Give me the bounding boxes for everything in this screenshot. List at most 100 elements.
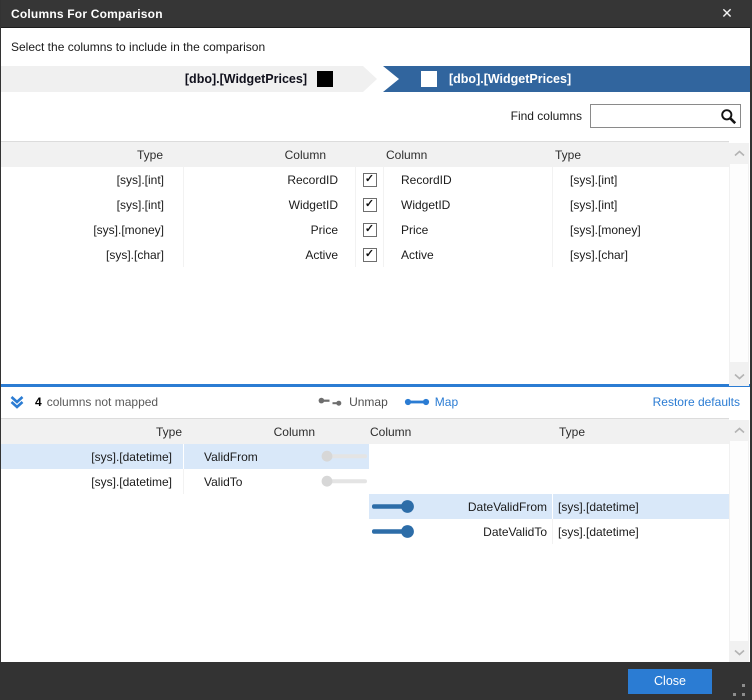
include-checkbox[interactable]: ✓ bbox=[363, 173, 377, 187]
row-right-half[interactable]: DateValidTo[sys].[datetime] bbox=[369, 519, 729, 544]
cell-column-left: Price bbox=[184, 217, 356, 242]
header-gap bbox=[421, 419, 553, 444]
scroll-down-icon[interactable] bbox=[729, 368, 749, 384]
lower-scrollbar[interactable] bbox=[729, 420, 749, 662]
cell-column-left: ValidTo bbox=[184, 469, 321, 494]
unmap-icon bbox=[318, 396, 344, 408]
cell-type-left: [sys].[int] bbox=[1, 167, 184, 192]
cell-type-left: [sys].[datetime] bbox=[1, 444, 184, 469]
target-table-name: [dbo].[WidgetPrices] bbox=[449, 72, 571, 86]
dialog-footer: Close bbox=[1, 662, 750, 700]
target-table-banner: [dbo].[WidgetPrices] bbox=[383, 66, 750, 92]
header-type-left[interactable]: Type bbox=[1, 419, 184, 444]
header-checkbox-spacer bbox=[356, 142, 384, 167]
scroll-up-icon[interactable] bbox=[729, 145, 749, 161]
comparison-banner: [dbo].[WidgetPrices] [dbo].[WidgetPrices… bbox=[1, 66, 750, 92]
unmapped-count-label: columns not mapped bbox=[47, 395, 158, 409]
find-columns-input[interactable] bbox=[594, 106, 718, 126]
cell-map-handle bbox=[369, 519, 421, 544]
dialog-title: Columns For Comparison bbox=[11, 7, 163, 21]
mapped-slider-icon[interactable] bbox=[371, 524, 415, 539]
cell-type-right: [sys].[int] bbox=[553, 192, 729, 217]
mapped-columns-grid: Type Column Column Type [sys].[int]Recor… bbox=[1, 141, 729, 384]
header-icon-spacer bbox=[321, 419, 369, 444]
unmapped-row: DateValidFrom[sys].[datetime] bbox=[1, 494, 729, 519]
title-bar: Columns For Comparison ✕ bbox=[1, 0, 750, 28]
include-checkbox[interactable]: ✓ bbox=[363, 223, 377, 237]
mapped-row[interactable]: [sys].[int]RecordID✓RecordID[sys].[int] bbox=[1, 167, 729, 192]
header-type-right[interactable]: Type bbox=[553, 142, 729, 167]
unmapped-grid-header: Type Column Column Type bbox=[1, 419, 729, 444]
scroll-up-icon[interactable] bbox=[729, 422, 749, 438]
map-icon bbox=[404, 397, 430, 407]
upper-scrollbar[interactable] bbox=[729, 143, 749, 386]
row-left-half bbox=[1, 519, 369, 544]
mapped-grid-header: Type Column Column Type bbox=[1, 142, 729, 167]
header-column-left[interactable]: Column bbox=[184, 142, 356, 167]
row-right-half[interactable]: DateValidFrom[sys].[datetime] bbox=[369, 494, 729, 519]
header-type-right[interactable]: Type bbox=[553, 419, 729, 444]
cell-column-left: ValidFrom bbox=[184, 444, 321, 469]
unmapped-slider-icon[interactable] bbox=[321, 450, 369, 463]
cell-type-left: [sys].[int] bbox=[1, 192, 184, 217]
unmapped-row: [sys].[datetime]ValidTo bbox=[1, 469, 729, 494]
include-checkbox[interactable]: ✓ bbox=[363, 248, 377, 262]
cell-type-right: [sys].[int] bbox=[553, 167, 729, 192]
mapping-toolbar: 4 columns not mapped Unmap bbox=[1, 387, 750, 416]
scrollbar-thumb[interactable] bbox=[730, 441, 748, 641]
cell-map-handle bbox=[321, 444, 369, 469]
cell-column-right: DateValidTo bbox=[421, 519, 553, 544]
cell-column-left: Active bbox=[184, 242, 356, 267]
source-swatch-icon bbox=[317, 71, 333, 87]
find-columns-row: Find columns bbox=[1, 104, 750, 128]
cell-type-right: [sys].[char] bbox=[553, 242, 729, 267]
cell-type-left: [sys].[char] bbox=[1, 242, 184, 267]
find-columns-box bbox=[590, 104, 741, 128]
source-table-banner: [dbo].[WidgetPrices] bbox=[1, 66, 377, 92]
mapped-grid-body: [sys].[int]RecordID✓RecordID[sys].[int][… bbox=[1, 167, 729, 267]
cell-column-left: WidgetID bbox=[184, 192, 356, 217]
unmap-button[interactable]: Unmap bbox=[318, 395, 388, 409]
unmapped-columns-grid: Type Column Column Type [sys].[datetime]… bbox=[1, 418, 729, 660]
cell-column-right: Price bbox=[384, 217, 553, 242]
scroll-down-icon[interactable] bbox=[729, 644, 749, 660]
close-icon[interactable]: ✕ bbox=[714, 5, 740, 22]
scrollbar-thumb[interactable] bbox=[730, 164, 748, 362]
include-checkbox[interactable]: ✓ bbox=[363, 198, 377, 212]
unmapped-slider-icon[interactable] bbox=[321, 475, 369, 488]
find-columns-label: Find columns bbox=[511, 109, 582, 123]
cell-checkbox: ✓ bbox=[356, 192, 384, 217]
mapped-slider-icon[interactable] bbox=[371, 499, 415, 514]
cell-checkbox: ✓ bbox=[356, 242, 384, 267]
close-button[interactable]: Close bbox=[628, 669, 712, 694]
header-column-left[interactable]: Column bbox=[184, 419, 321, 444]
mapped-row[interactable]: [sys].[char]Active✓Active[sys].[char] bbox=[1, 242, 729, 267]
dialog-content: Select the columns to include in the com… bbox=[1, 28, 750, 662]
cell-column-right: Active bbox=[384, 242, 553, 267]
columns-for-comparison-dialog: Columns For Comparison ✕ Select the colu… bbox=[0, 0, 752, 700]
cell-checkbox: ✓ bbox=[356, 167, 384, 192]
cell-type-left: [sys].[datetime] bbox=[1, 469, 184, 494]
search-icon[interactable] bbox=[720, 108, 737, 125]
mapped-row[interactable]: [sys].[int]WidgetID✓WidgetID[sys].[int] bbox=[1, 192, 729, 217]
target-swatch-icon bbox=[421, 71, 437, 87]
cell-type-right: [sys].[datetime] bbox=[553, 494, 729, 519]
cell-column-left: RecordID bbox=[184, 167, 356, 192]
collapse-chevron-icon[interactable] bbox=[9, 394, 25, 410]
cell-type-left: [sys].[money] bbox=[1, 217, 184, 242]
restore-defaults-link[interactable]: Restore defaults bbox=[653, 395, 740, 409]
map-label: Map bbox=[435, 395, 458, 409]
cell-column-right: WidgetID bbox=[384, 192, 553, 217]
cell-checkbox: ✓ bbox=[356, 217, 384, 242]
row-right-half bbox=[369, 469, 729, 494]
header-type-left[interactable]: Type bbox=[1, 142, 184, 167]
unmapped-count: 4 bbox=[35, 395, 42, 409]
header-column-right[interactable]: Column bbox=[369, 419, 421, 444]
mapped-row[interactable]: [sys].[money]Price✓Price[sys].[money] bbox=[1, 217, 729, 242]
row-left-half[interactable]: [sys].[datetime]ValidFrom bbox=[1, 444, 369, 469]
resize-grip[interactable] bbox=[733, 684, 745, 696]
unmapped-grid-body: [sys].[datetime]ValidFrom[sys].[datetime… bbox=[1, 444, 729, 544]
header-column-right[interactable]: Column bbox=[384, 142, 553, 167]
map-button[interactable]: Map bbox=[404, 395, 458, 409]
row-left-half[interactable]: [sys].[datetime]ValidTo bbox=[1, 469, 369, 494]
